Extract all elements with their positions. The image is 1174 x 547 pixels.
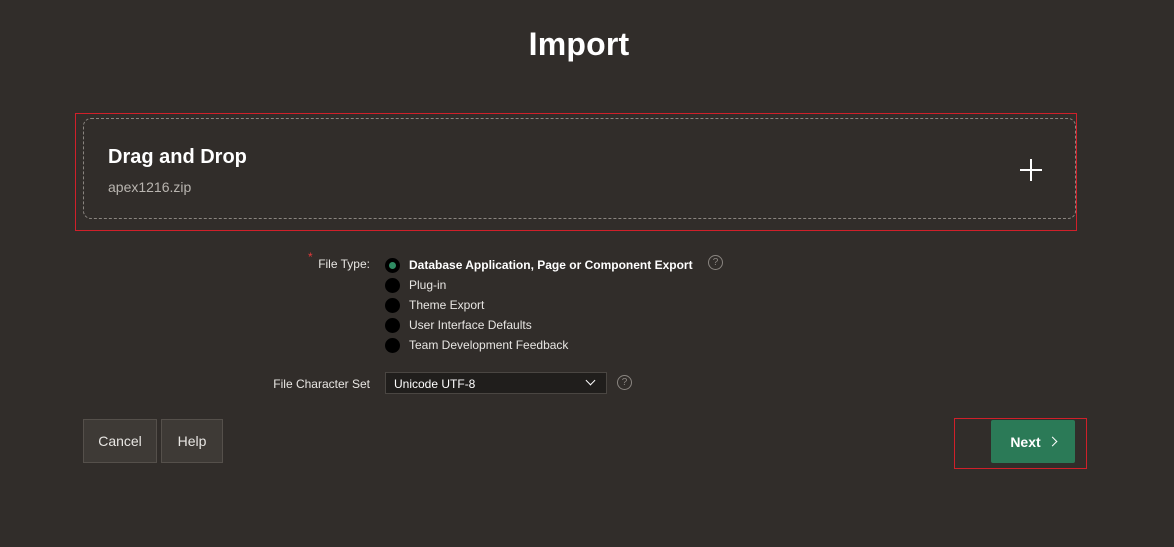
radio-option-user-interface-defaults[interactable]: User Interface Defaults [385,315,693,335]
radio-option-database-application[interactable]: Database Application, Page or Component … [385,255,693,275]
next-button[interactable]: Next [991,420,1075,463]
radio-option-team-development-feedback[interactable]: Team Development Feedback [385,335,693,355]
file-type-label: File Type: [318,257,370,271]
radio-button[interactable] [385,337,400,353]
dropzone-title: Drag and Drop [108,146,247,168]
file-dropzone[interactable]: Drag and Drop apex1216.zip [83,118,1076,219]
plus-icon[interactable] [1020,159,1042,181]
help-icon[interactable]: ? [708,255,723,270]
radio-label: Database Application, Page or Component … [409,258,693,272]
help-icon[interactable]: ? [617,375,632,390]
chevron-right-icon [1047,436,1058,447]
char-set-select[interactable]: Unicode UTF-8 [385,372,607,394]
radio-button[interactable] [385,297,400,313]
dropzone-file-name: apex1216.zip [108,179,192,195]
chevron-down-icon [585,375,596,386]
file-type-radio-group: Database Application, Page or Component … [385,255,693,355]
radio-button[interactable] [385,317,400,333]
radio-button[interactable] [385,257,400,273]
radio-option-plug-in[interactable]: Plug-in [385,275,693,295]
import-page: Import Drag and Drop apex1216.zip * File… [0,0,1174,547]
help-button[interactable]: Help [161,419,223,463]
cancel-button[interactable]: Cancel [83,419,157,463]
char-set-value: Unicode UTF-8 [394,377,476,391]
page-title: Import [528,26,630,62]
radio-label: User Interface Defaults [409,318,532,332]
next-button-label: Next [1010,433,1041,450]
radio-label: Plug-in [409,278,447,292]
radio-label: Team Development Feedback [409,338,569,352]
radio-option-theme-export[interactable]: Theme Export [385,295,693,315]
radio-label: Theme Export [409,298,485,312]
radio-button[interactable] [385,277,400,293]
char-set-label: File Character Set [273,377,370,391]
